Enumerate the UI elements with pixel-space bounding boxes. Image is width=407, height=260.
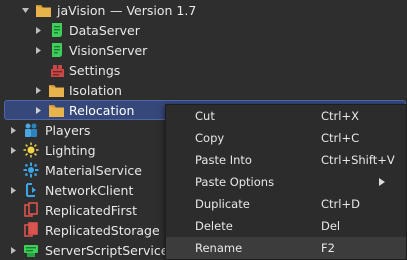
tree-item-label: ReplicatedFirst (45, 202, 138, 218)
menu-item-label: Rename (195, 241, 243, 255)
replicated-first-icon (23, 202, 39, 218)
menu-item-label: Duplicate (195, 197, 250, 211)
folder-icon (48, 102, 64, 118)
tree-item-settings[interactable]: Settings (0, 60, 407, 80)
menu-item-shortcut: Ctrl+Shift+V (321, 153, 395, 167)
tree-item-label: VisionServer (69, 42, 148, 58)
tree-item-javision[interactable]: jaVision — Version 1.7 (0, 0, 407, 20)
menu-item-label: Delete (195, 219, 233, 233)
menu-item-rename[interactable]: Rename F2 (166, 237, 406, 259)
chevron-right-icon[interactable] (33, 105, 43, 115)
material-service-icon (23, 162, 39, 178)
menu-item-duplicate[interactable]: Duplicate Ctrl+D (166, 193, 406, 215)
menu-item-label: Copy (195, 131, 225, 145)
menu-item-shortcut: Ctrl+C (321, 131, 360, 145)
menu-item-paste-into[interactable]: Paste Into Ctrl+Shift+V (166, 149, 406, 171)
menu-item-shortcut: Ctrl+X (321, 109, 359, 123)
submenu-arrow-icon (379, 175, 385, 189)
menu-item-shortcut: Del (321, 219, 341, 233)
network-client-icon (23, 182, 39, 198)
script-icon (49, 22, 65, 38)
tree-item-visionserver[interactable]: VisionServer (0, 40, 407, 60)
replicated-storage-icon (23, 222, 39, 238)
folder-icon (48, 82, 64, 98)
chevron-right-icon[interactable] (33, 85, 43, 95)
players-icon (23, 122, 39, 138)
script-icon (49, 42, 65, 58)
chevron-right-icon[interactable] (33, 45, 43, 55)
tree-item-label: ServerScriptService (45, 242, 169, 258)
tree-item-label: DataServer (69, 22, 140, 38)
chevron-right-icon[interactable] (8, 145, 18, 155)
menu-item-cut[interactable]: Cut Ctrl+X (166, 105, 406, 127)
context-menu: Cut Ctrl+X Copy Ctrl+C Paste Into Ctrl+S… (165, 104, 407, 260)
folder-icon (35, 2, 51, 18)
chevron-right-icon[interactable] (8, 185, 18, 195)
tree-item-isolation[interactable]: Isolation (0, 80, 407, 100)
chevron-right-icon[interactable] (8, 125, 18, 135)
menu-item-shortcut: F2 (321, 241, 335, 255)
tree-item-label: Isolation (69, 82, 122, 98)
tree-item-label: ReplicatedStorage (45, 222, 160, 238)
menu-item-delete[interactable]: Delete Del (166, 215, 406, 237)
tree-item-label: Lighting (45, 142, 96, 158)
server-script-service-icon (23, 242, 39, 258)
version-label: — Version 1.7 (110, 2, 197, 18)
menu-item-label: Paste Into (195, 153, 252, 167)
tree-item-label: Settings (69, 62, 121, 78)
tree-item-label: Players (45, 122, 91, 138)
chevron-right-icon[interactable] (8, 245, 18, 255)
chevron-right-icon[interactable] (33, 25, 43, 35)
tree-item-dataserver[interactable]: DataServer (0, 20, 407, 40)
menu-item-shortcut: Ctrl+D (321, 197, 360, 211)
chevron-down-icon[interactable] (20, 5, 30, 15)
menu-item-label: Paste Options (195, 175, 275, 189)
tree-item-label: NetworkClient (45, 182, 134, 198)
menu-item-label: Cut (195, 109, 215, 123)
tree-item-label: jaVision (57, 2, 106, 18)
module-script-icon (49, 62, 65, 78)
menu-item-copy[interactable]: Copy Ctrl+C (166, 127, 406, 149)
lighting-icon (23, 142, 39, 158)
tree-item-label: Relocation (69, 102, 135, 118)
tree-item-label: MaterialService (45, 162, 142, 178)
menu-item-paste-options[interactable]: Paste Options (166, 171, 406, 193)
